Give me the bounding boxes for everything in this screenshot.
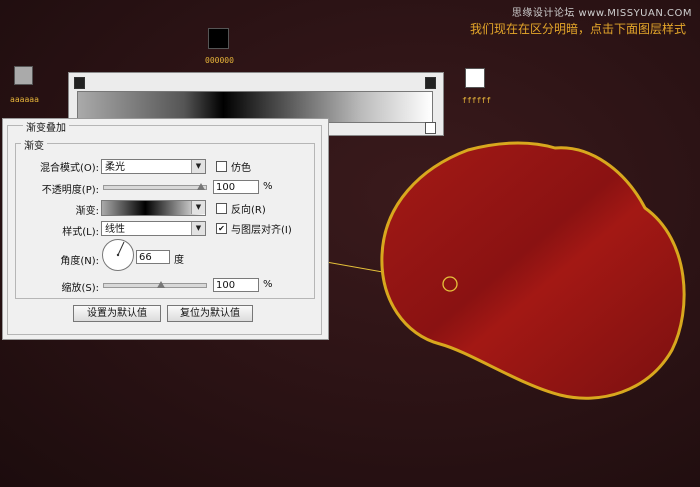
blend-mode-select[interactable]: 柔光 ▼ bbox=[101, 159, 206, 174]
group-title: 渐变 bbox=[21, 137, 47, 152]
style-chevron-down-icon[interactable]: ▼ bbox=[191, 222, 205, 235]
opacity-slider-thumb[interactable] bbox=[197, 183, 205, 190]
dialog-title: 渐变叠加 bbox=[23, 119, 69, 134]
angle-dial[interactable] bbox=[102, 239, 134, 271]
make-default-button[interactable]: 设置为默认值 bbox=[73, 305, 161, 322]
reverse-checkbox[interactable] bbox=[216, 203, 227, 214]
style-select[interactable]: 线性 ▼ bbox=[101, 221, 206, 236]
reverse-label: 反向(R) bbox=[231, 205, 266, 216]
angle-dial-needle-icon bbox=[116, 241, 125, 257]
angle-label: 角度(N): bbox=[60, 256, 99, 267]
scale-slider[interactable] bbox=[103, 283, 207, 288]
opacity-input[interactable]: 100 bbox=[213, 180, 259, 194]
red-blob-shape[interactable] bbox=[380, 141, 686, 400]
opacity-stop-right[interactable] bbox=[425, 77, 436, 89]
gradient-label: 渐变: bbox=[75, 206, 99, 217]
gradient-dropdown-icon[interactable]: ▼ bbox=[191, 201, 205, 214]
angle-input[interactable]: 66 bbox=[136, 250, 170, 264]
blend-mode-label: 混合模式(O): bbox=[39, 163, 99, 174]
gradient-picker[interactable]: ▼ bbox=[101, 200, 206, 216]
opacity-label: 不透明度(P): bbox=[41, 185, 99, 196]
reset-default-button[interactable]: 复位为默认值 bbox=[167, 305, 253, 322]
scale-label: 缩放(S): bbox=[61, 283, 99, 294]
scale-slider-thumb[interactable] bbox=[157, 281, 165, 288]
align-with-layer-checkbox[interactable]: ✔ bbox=[216, 223, 227, 234]
style-value: 线性 bbox=[105, 224, 125, 235]
style-label: 样式(L): bbox=[62, 227, 99, 238]
scale-percent-unit: % bbox=[263, 279, 273, 290]
color-stop-right[interactable] bbox=[425, 122, 436, 134]
chevron-down-icon[interactable]: ▼ bbox=[191, 160, 205, 173]
scale-input[interactable]: 100 bbox=[213, 278, 259, 292]
opacity-stop-left[interactable] bbox=[74, 77, 85, 89]
align-with-layer-label: 与图层对齐(I) bbox=[231, 225, 292, 236]
dither-checkbox[interactable] bbox=[216, 161, 227, 172]
angle-unit: 度 bbox=[174, 255, 184, 266]
gradient-overlay-dialog: 渐变叠加 渐变 混合模式(O): 柔光 ▼ 仿色 不透明度(P): 100 % … bbox=[2, 118, 329, 340]
dither-label: 仿色 bbox=[231, 163, 251, 174]
blend-mode-value: 柔光 bbox=[105, 162, 125, 173]
opacity-slider[interactable] bbox=[103, 185, 207, 190]
opacity-percent-unit: % bbox=[263, 181, 273, 192]
